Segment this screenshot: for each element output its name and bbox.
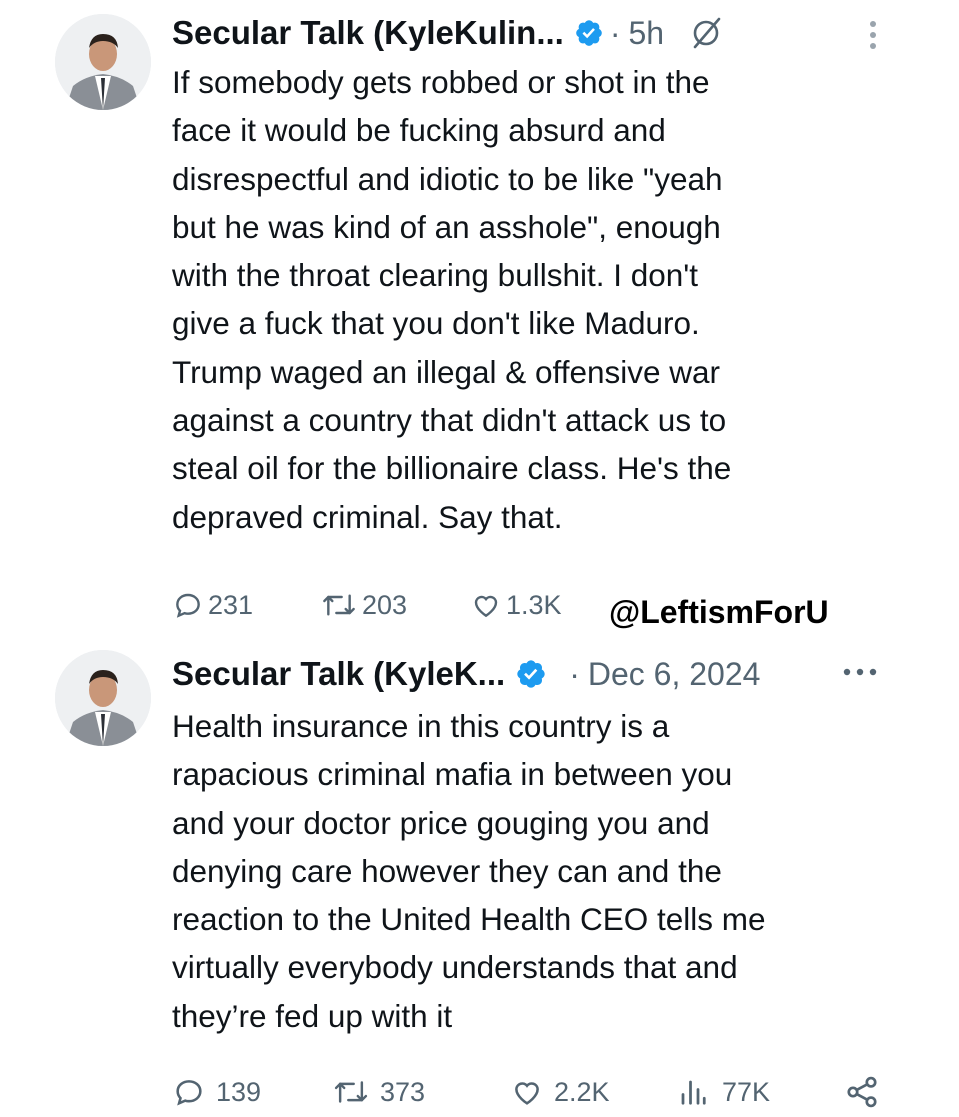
tweet-text: Health insurance in this country is a ra… (172, 702, 907, 1040)
repost-button[interactable]: 373 (332, 1067, 425, 1117)
tweet-line: depraved criminal. Say that. (172, 498, 563, 535)
kebab-menu-icon[interactable] (866, 18, 880, 57)
tweet-line: Trump waged an illegal & offensive war (172, 353, 721, 390)
like-button[interactable]: 1.3K (470, 580, 562, 630)
heart-icon (515, 1082, 539, 1105)
views-icon (681, 1080, 706, 1105)
tweet-line: face it would be fucking absurd and (172, 112, 666, 149)
more-icon[interactable] (842, 664, 878, 682)
share-icon (847, 1076, 877, 1108)
tweet-line: rapacious criminal mafia in between you (172, 756, 733, 793)
like-count: 2.2K (554, 1076, 610, 1107)
tweet-line: disrespectful and idiotic to be like "ye… (172, 160, 723, 197)
tweet-line: Health insurance in this country is a (172, 708, 670, 744)
tweet-header: Secular Talk (KyleK... · Dec 6, 2024 (172, 646, 760, 702)
grok-icon[interactable] (690, 16, 724, 50)
tweet-2[interactable]: Secular Talk (KyleK... · Dec 6, 2024 Hea… (0, 640, 959, 1116)
separator: · (569, 655, 580, 692)
avatar[interactable] (55, 14, 151, 110)
tweet-line: If somebody gets robbed or shot in the (172, 64, 710, 100)
reply-button[interactable]: 231 (172, 580, 253, 630)
tweet-header: Secular Talk (KyleKulin... · 5h (172, 5, 724, 61)
view-count: 77K (722, 1076, 771, 1107)
timestamp[interactable]: 5h (629, 15, 665, 52)
tweet-line: with the throat clearing bullshit. I don… (172, 257, 699, 294)
repost-button[interactable]: 203 (320, 580, 407, 630)
like-button[interactable]: 2.2K (510, 1067, 610, 1117)
reply-icon (176, 1080, 202, 1106)
verified-badge-icon (574, 18, 604, 48)
tweet-text: If somebody gets robbed or shot in the f… (172, 58, 907, 541)
watermark: @LeftismForU (607, 594, 831, 631)
author-name[interactable]: Secular Talk (KyleKulin... (172, 14, 564, 52)
like-count: 1.3K (506, 589, 562, 620)
author-name[interactable]: Secular Talk (KyleK... (172, 655, 505, 693)
tweet-line: they’re fed up with it (172, 997, 453, 1034)
reply-count: 139 (216, 1076, 262, 1107)
tweet-line: but he was kind of an asshole", enough (172, 208, 721, 245)
tweet-1[interactable]: Secular Talk (KyleKulin... · 5h If someb… (0, 0, 959, 640)
tweet-line: give a fuck that you don't like Maduro. (172, 305, 700, 342)
heart-icon (474, 595, 498, 618)
tweet-line: virtually everybody understands that and (172, 949, 738, 986)
repost-count: 373 (380, 1076, 426, 1107)
tweet-line: and your doctor price gouging you and (172, 804, 710, 841)
tweet-line: steal oil for the billionaire class. He'… (172, 450, 732, 487)
views-button[interactable]: 77K (678, 1067, 770, 1117)
reply-count: 231 (208, 589, 254, 620)
repost-icon (334, 1081, 368, 1103)
avatar[interactable] (55, 650, 151, 746)
reply-button[interactable]: 139 (172, 1067, 261, 1117)
repost-count: 203 (362, 589, 408, 620)
verified-badge-icon (515, 658, 547, 690)
repost-icon (323, 594, 355, 616)
tweet-line: denying care however they can and the (172, 852, 722, 889)
separator: · (609, 14, 621, 51)
action-bar: 139 373 2.2K 77K (172, 1067, 892, 1117)
share-button[interactable] (844, 1067, 884, 1117)
reply-icon (176, 593, 200, 618)
timestamp[interactable]: Dec 6, 2024 (588, 656, 761, 693)
tweet-line: reaction to the United Health CEO tells … (172, 901, 766, 938)
tweet-line: against a country that didn't attack us … (172, 402, 727, 439)
